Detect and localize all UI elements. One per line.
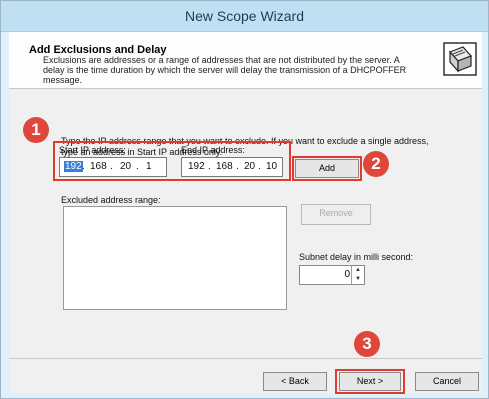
wizard-body: Type the IP address range that you want … xyxy=(9,89,482,358)
ip-range-highlight xyxy=(53,141,291,181)
excluded-range-list[interactable] xyxy=(63,206,287,310)
spin-arrows-icon[interactable]: ▲ ▼ xyxy=(351,266,364,284)
subnet-delay-label: Subnet delay in milli second: xyxy=(299,252,414,262)
cancel-button[interactable]: Cancel xyxy=(415,372,479,391)
wizard-footer xyxy=(9,358,482,393)
subnet-delay-spinner[interactable]: 0 ▲ ▼ xyxy=(299,265,365,285)
step-badge-2: 2 xyxy=(363,151,389,177)
wizard-computer-icon xyxy=(443,42,477,76)
title-bar: New Scope Wizard xyxy=(1,1,488,32)
remove-button[interactable]: Remove xyxy=(301,204,371,225)
window-title: New Scope Wizard xyxy=(184,8,305,24)
next-button-highlight xyxy=(335,369,405,394)
step-badge-3: 3 xyxy=(354,331,380,357)
subnet-delay-value: 0 xyxy=(344,269,350,280)
new-scope-wizard-window: New Scope Wizard Add Exclusions and Dela… xyxy=(0,0,489,399)
add-button-highlight xyxy=(292,156,362,181)
step-badge-1: 1 xyxy=(23,117,49,143)
page-description: Exclusions are addresses or a range of a… xyxy=(43,55,407,85)
back-button[interactable]: < Back xyxy=(263,372,327,391)
wizard-header: Add Exclusions and Delay Exclusions are … xyxy=(9,32,482,89)
excluded-range-label: Excluded address range: xyxy=(61,195,161,205)
